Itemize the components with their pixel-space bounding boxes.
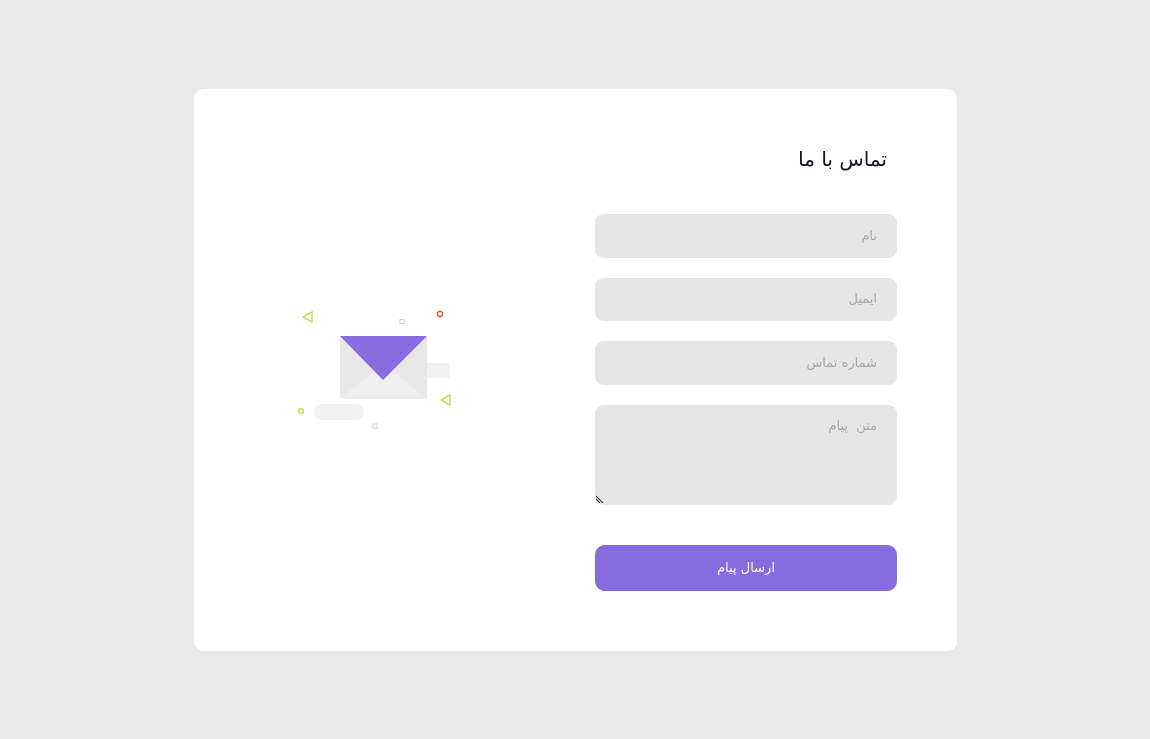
circle-decor-icon [436, 310, 444, 318]
decor-pill-bottom [314, 404, 364, 420]
circle-decor-icon [297, 407, 305, 415]
phone-field[interactable] [595, 341, 897, 385]
name-field[interactable] [595, 214, 897, 258]
triangle-decor-icon [439, 393, 451, 407]
page-title: تماس با ما [798, 147, 887, 171]
submit-button[interactable]: ارسال پیام [595, 545, 897, 591]
decor-pill-right [424, 363, 450, 378]
triangle-decor-icon [301, 310, 313, 324]
email-field[interactable] [595, 278, 897, 321]
envelope-illustration [297, 310, 451, 429]
contact-card: تماس با ما ارسال پیام [194, 89, 957, 651]
resize-grip-icon[interactable] [596, 494, 605, 503]
square-decor-icon [399, 319, 405, 324]
message-field[interactable] [595, 405, 897, 505]
square-decor-icon [372, 423, 378, 429]
